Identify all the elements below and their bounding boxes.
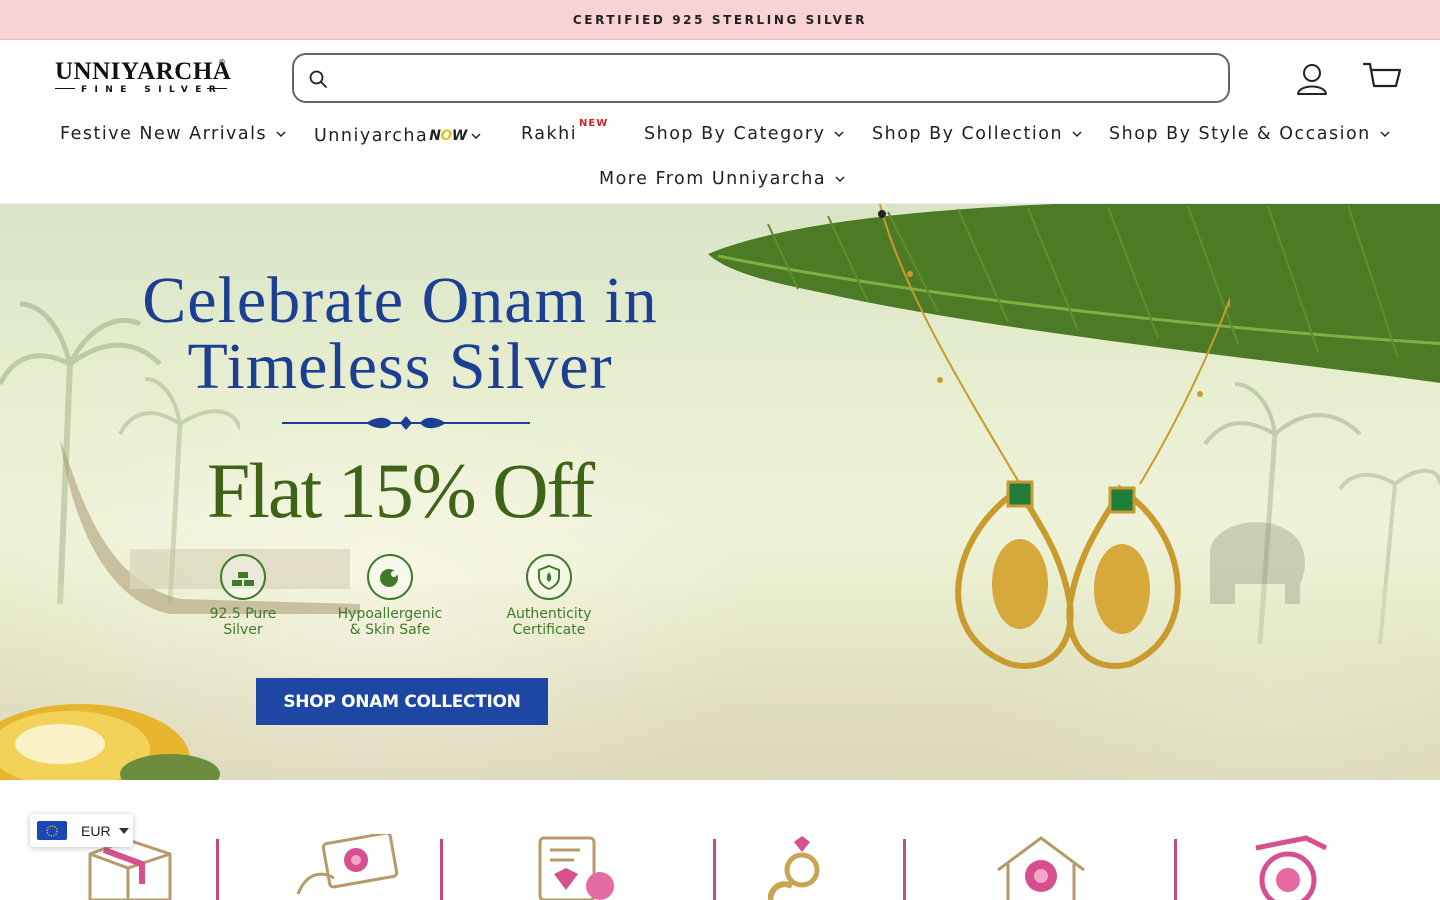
now-letter-n: N: [429, 128, 441, 144]
category-separator: [216, 839, 219, 900]
now-letter-o: O: [440, 128, 452, 144]
registered-mark: ®: [219, 58, 225, 67]
site-header: UNNIYARCHA ® FINE SILVER Festive New Arr…: [0, 40, 1440, 204]
nav-label: Shop By Style & Occasion: [1109, 124, 1371, 144]
caret-down-icon: [118, 827, 129, 834]
brand-logo[interactable]: UNNIYARCHA ® FINE SILVER: [55, 58, 232, 100]
category-strip: [0, 780, 1440, 900]
search-bar[interactable]: [292, 53, 1230, 103]
nav-festive-new-arrivals[interactable]: Festive New Arrivals: [60, 124, 286, 144]
nav-label: Shop By Collection: [872, 124, 1064, 144]
category-separator: [713, 839, 716, 900]
announcement-bar: CERTIFIED 925 STERLING SILVER: [0, 0, 1440, 40]
chevron-down-icon: [834, 130, 844, 137]
badge-hypoallergenic: Hypoallergenic & Skin Safe: [315, 554, 465, 638]
chevron-down-icon: [276, 130, 286, 137]
travel-pouch-icon[interactable]: [1246, 834, 1332, 900]
chevron-down-icon: [1072, 130, 1082, 137]
nav-shop-by-category[interactable]: Shop By Category: [644, 124, 844, 144]
brand-name: UNNIYARCHA: [55, 58, 232, 85]
nav-label: Festive New Arrivals: [60, 124, 268, 144]
flower-carpet-illustration: [0, 704, 220, 780]
skin-safe-icon: [367, 554, 413, 600]
currency-code: EUR: [81, 822, 111, 839]
search-icon[interactable]: [308, 69, 328, 89]
gift-card-icon[interactable]: [296, 834, 400, 900]
headline-line-2: Timeless Silver: [187, 330, 613, 403]
category-separator: [440, 839, 443, 900]
category-separator: [903, 839, 906, 900]
shop-onam-collection-button[interactable]: SHOP ONAM COLLECTION: [256, 678, 548, 725]
headline-line-1: Celebrate Onam in: [142, 264, 658, 337]
certificate-gem-icon[interactable]: [534, 834, 624, 900]
home-lotus-icon[interactable]: [994, 834, 1088, 900]
nav-label: Unniyarcha: [314, 126, 429, 146]
nav-shop-by-style-occasion[interactable]: Shop By Style & Occasion: [1109, 124, 1390, 144]
nav-unniyarcha-now[interactable]: Unniyarcha NOW: [314, 126, 481, 146]
badge-authenticity: Authenticity Certificate: [474, 554, 624, 638]
badge-label: Hypoallergenic & Skin Safe: [337, 606, 443, 638]
now-letter-w: W: [451, 128, 467, 144]
cart-icon[interactable]: [1363, 60, 1401, 96]
chevron-down-icon: [1380, 130, 1390, 137]
hero-headline: Celebrate Onam in Timeless Silver: [100, 268, 700, 400]
now-wordmark: NOW: [429, 128, 467, 144]
shield-certificate-icon: [526, 554, 572, 600]
nav-label: More From Unniyarcha: [599, 169, 827, 189]
announcement-text: CERTIFIED 925 STERLING SILVER: [572, 12, 868, 27]
ornamental-divider: [282, 416, 530, 430]
search-input[interactable]: [338, 63, 1198, 93]
ring-icon[interactable]: [768, 834, 834, 900]
silver-bars-icon: [220, 554, 266, 600]
nav-shop-by-collection[interactable]: Shop By Collection: [872, 124, 1082, 144]
nav-label: Rakhi: [521, 124, 578, 144]
currency-selector[interactable]: EUR: [30, 814, 133, 847]
category-separator: [1174, 839, 1177, 900]
nav-label: Shop By Category: [644, 124, 826, 144]
account-icon[interactable]: [1296, 62, 1328, 96]
chevron-down-icon: [835, 175, 845, 182]
badge-label: 92.5 Pure Silver: [209, 606, 277, 638]
badge-label: Authenticity Certificate: [506, 606, 592, 638]
nav-rakhi[interactable]: Rakhi: [521, 124, 577, 144]
chevron-down-icon: [471, 132, 481, 139]
nav-more-from-unniyarcha[interactable]: More From Unniyarcha: [599, 169, 845, 189]
new-badge: NEW: [579, 118, 609, 129]
hero-banner[interactable]: Celebrate Onam in Timeless Silver Flat 1…: [0, 204, 1440, 780]
eu-flag-icon: [37, 821, 67, 840]
badge-pure-silver: 92.5 Pure Silver: [168, 554, 318, 638]
logo-rule-left: [55, 88, 75, 89]
necklace-product-image: [878, 204, 1230, 669]
logo-rule-right: [207, 88, 227, 89]
hero-offer: Flat 15% Off: [206, 447, 595, 534]
brand-tagline: FINE SILVER: [81, 85, 224, 95]
